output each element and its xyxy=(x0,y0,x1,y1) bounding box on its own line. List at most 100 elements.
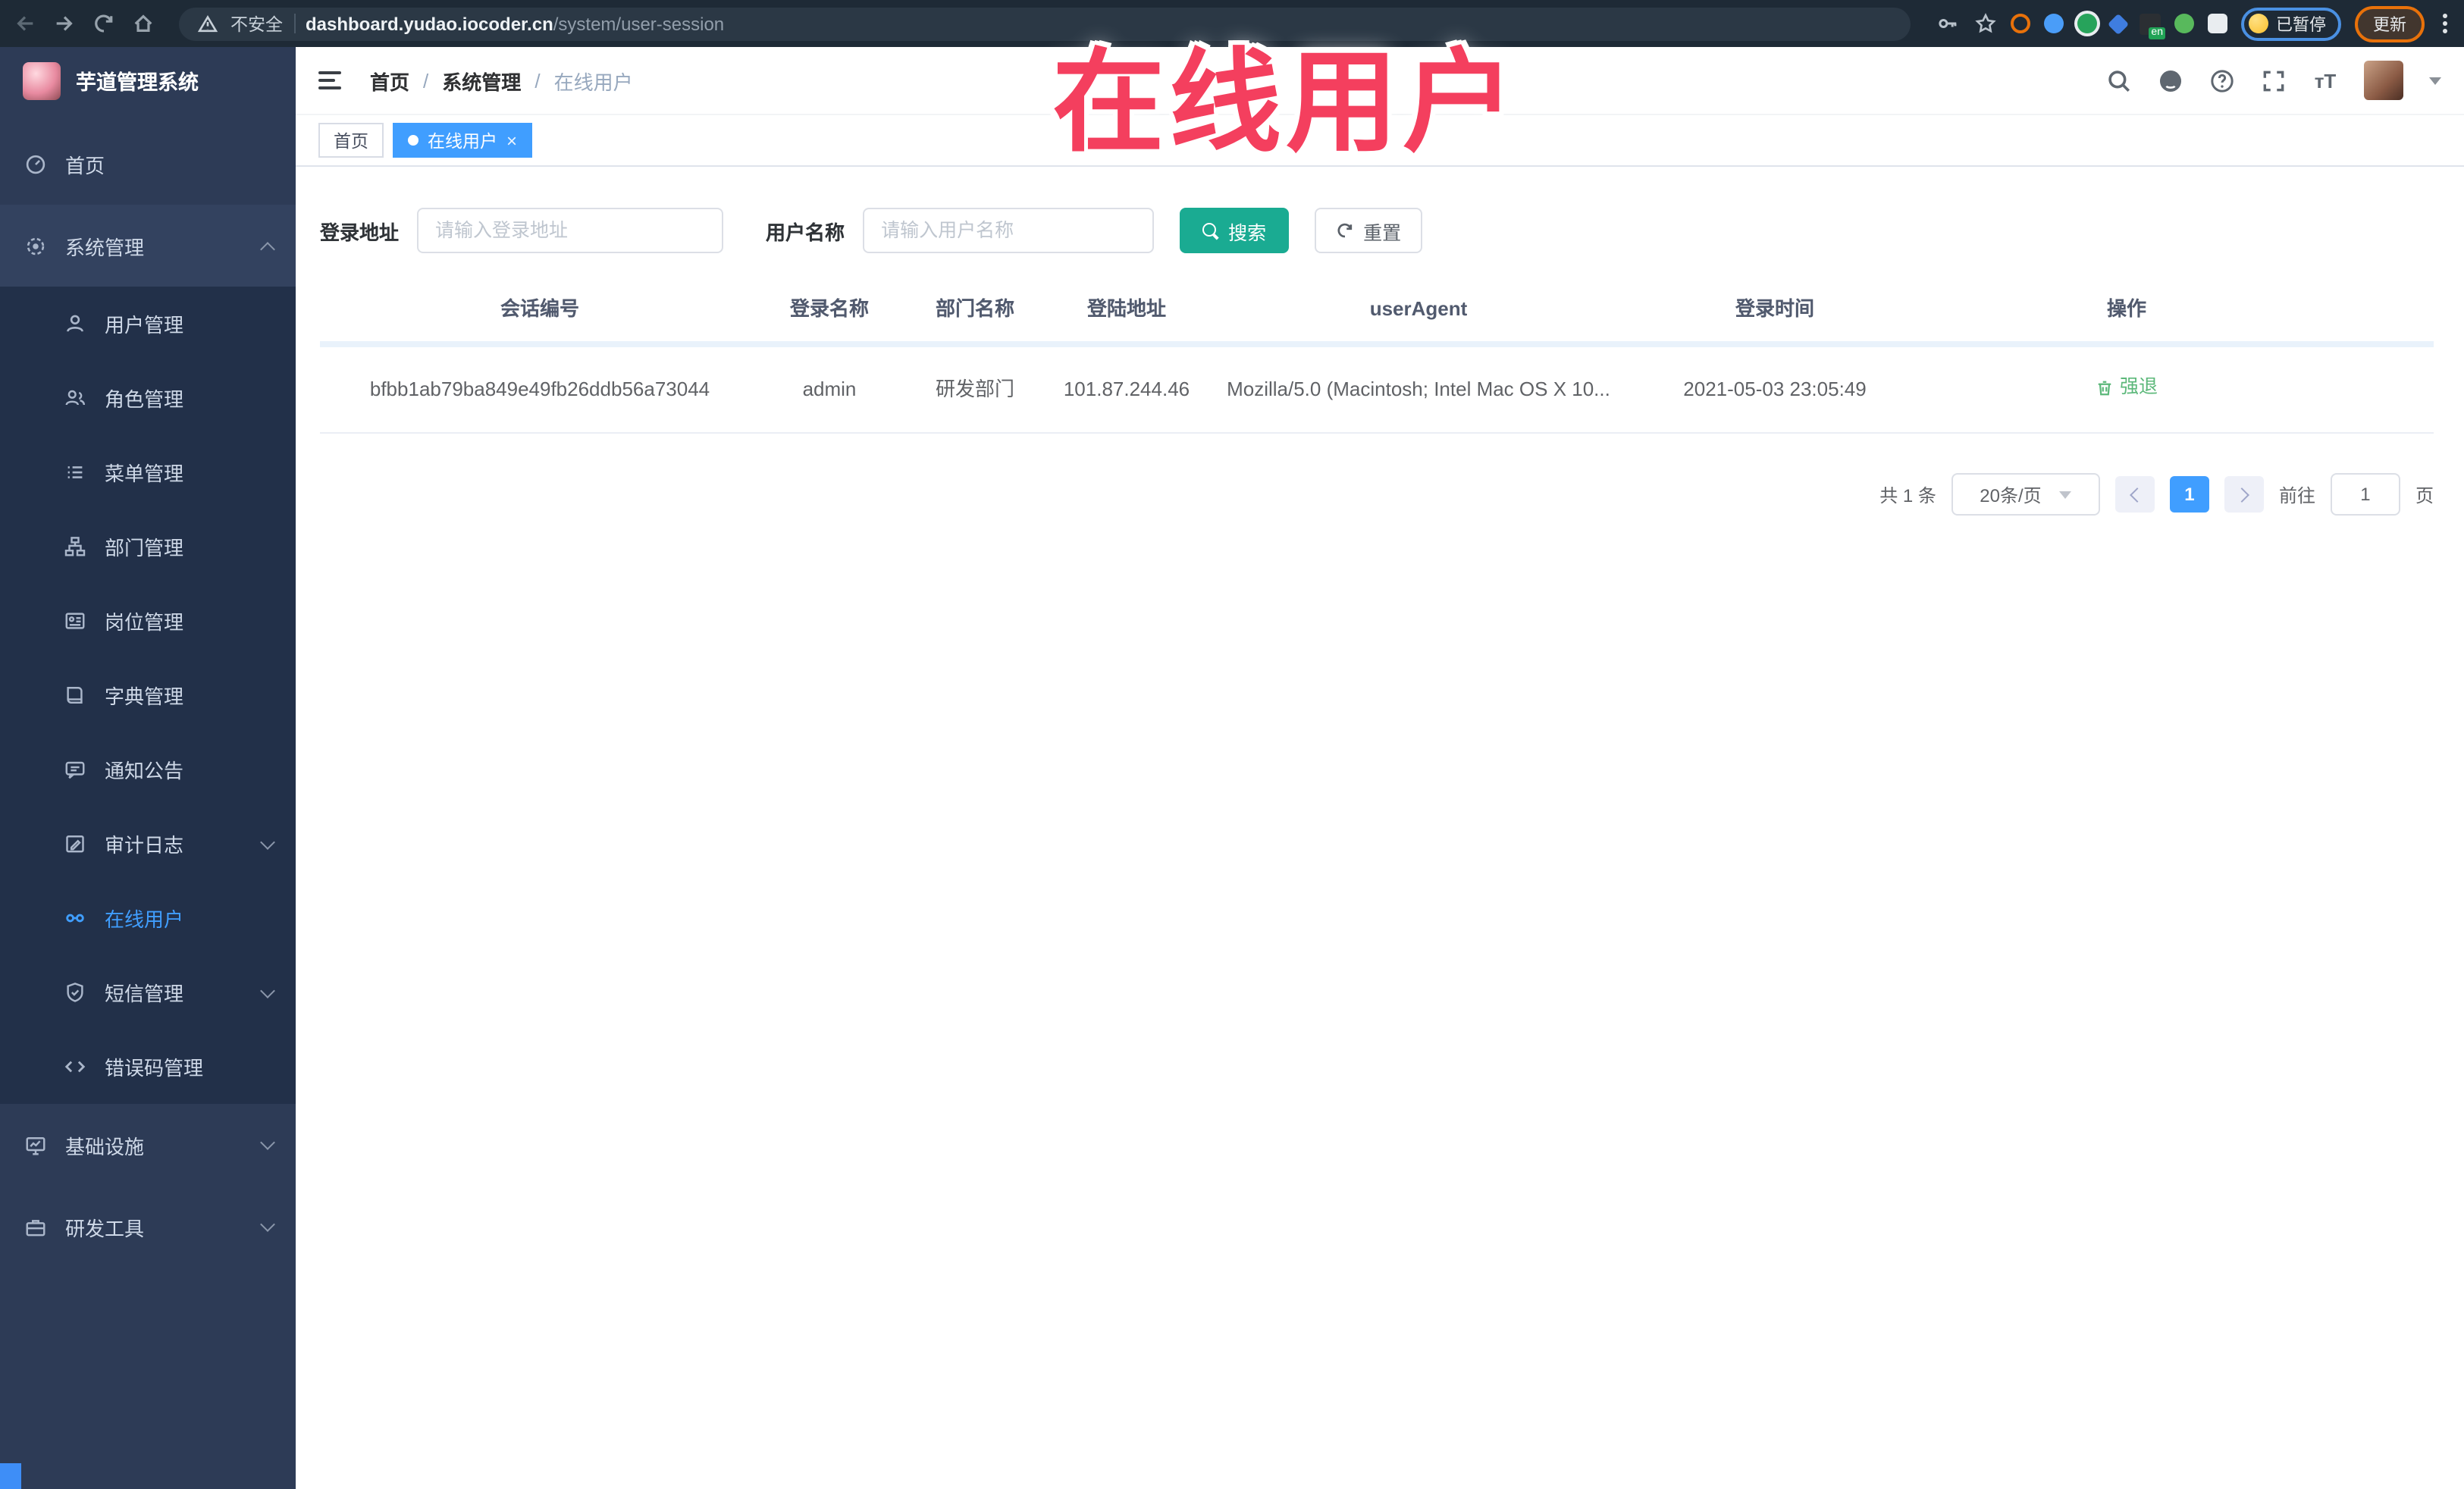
extension-icon[interactable] xyxy=(2174,14,2194,33)
app-title: 芋道管理系统 xyxy=(76,71,199,94)
emoji-extension-icon xyxy=(2249,14,2268,33)
page-size-select[interactable]: 20条/页 xyxy=(1951,473,2100,516)
login-address-input[interactable] xyxy=(417,208,724,253)
tag-online-users[interactable]: 在线用户 × xyxy=(393,123,533,158)
dept-cell: 研发部门 xyxy=(935,377,1014,400)
sidebar-item-menu-management[interactable]: 菜单管理 xyxy=(0,435,296,509)
breadcrumb-item-current: 在线用户 xyxy=(553,71,633,93)
extension-icon[interactable] xyxy=(2107,12,2130,35)
sidebar-item-label: 首页 xyxy=(65,154,105,177)
prev-page-button[interactable] xyxy=(2114,476,2155,513)
github-icon[interactable] xyxy=(2158,67,2183,93)
sidebar-item-label: 用户管理 xyxy=(105,314,184,337)
chevron-up-icon xyxy=(260,241,275,256)
sidebar-item-infrastructure[interactable]: 基础设施 xyxy=(0,1104,296,1186)
refresh-icon xyxy=(1337,223,1353,238)
code-icon xyxy=(62,1055,86,1078)
translate-extension-icon[interactable]: en xyxy=(2140,13,2165,39)
sidebar-item-label: 审计日志 xyxy=(105,834,184,857)
address-bar[interactable]: 不安全 dashboard.yudao.iocoder.cn/system/us… xyxy=(179,7,1911,40)
help-icon[interactable] xyxy=(2209,67,2235,93)
url-text[interactable]: dashboard.yudao.iocoder.cn/system/user-s… xyxy=(306,13,724,34)
sidebar-item-label: 通知公告 xyxy=(105,760,184,782)
bookmark-star-icon[interactable] xyxy=(1973,11,1997,36)
url-domain: dashboard.yudao.iocoder.cn xyxy=(306,13,553,34)
column-header: userAgent xyxy=(1369,296,1468,320)
dashboard-icon xyxy=(23,152,47,175)
user-avatar[interactable] xyxy=(2364,61,2403,100)
sidebar-item-error-code[interactable]: 错误码管理 xyxy=(0,1030,296,1104)
sidebar-item-notice[interactable]: 通知公告 xyxy=(0,732,296,807)
puzzle-extension-icon[interactable] xyxy=(2208,14,2227,33)
goto-page-input[interactable] xyxy=(2330,473,2400,516)
chevron-down-icon xyxy=(260,983,275,998)
username-input[interactable] xyxy=(863,208,1155,253)
chevron-left-icon xyxy=(2130,487,2145,502)
fullscreen-icon[interactable] xyxy=(2261,67,2287,93)
home-icon[interactable] xyxy=(130,11,155,36)
extension-icon[interactable] xyxy=(2044,14,2064,33)
extension-icon[interactable] xyxy=(2011,14,2030,33)
back-icon[interactable] xyxy=(12,11,36,36)
next-page-button[interactable] xyxy=(2224,476,2264,513)
page-unit-label: 页 xyxy=(2415,484,2434,506)
search-icon xyxy=(1202,222,1219,239)
login-address-label: 登录地址 xyxy=(320,221,400,243)
breadcrumb-separator: / xyxy=(423,69,429,92)
audit-log-icon xyxy=(62,832,86,855)
sidebar-item-label: 系统管理 xyxy=(65,236,145,259)
tag-home[interactable]: 首页 xyxy=(318,123,384,158)
sidebar-item-audit-log[interactable]: 审计日志 xyxy=(0,807,296,881)
sidebar-item-label: 在线用户 xyxy=(105,908,184,931)
breadcrumb: 首页 / 系统管理 / 在线用户 xyxy=(370,66,633,95)
tag-label: 首页 xyxy=(334,133,368,151)
sidebar-item-post-management[interactable]: 岗位管理 xyxy=(0,584,296,658)
action-cell: 强退 xyxy=(1915,373,2338,406)
sidebar-item-label: 角色管理 xyxy=(105,388,184,411)
sidebar-item-label: 基础设施 xyxy=(65,1135,145,1158)
reset-button[interactable]: 重置 xyxy=(1315,208,1423,253)
avatar-dropdown-icon[interactable] xyxy=(2429,77,2441,84)
sidebar-item-home[interactable]: 首页 xyxy=(0,123,296,205)
update-button[interactable]: 更新 xyxy=(2355,5,2425,42)
browser-window: 不安全 dashboard.yudao.iocoder.cn/system/us… xyxy=(0,0,2464,1489)
dictionary-icon xyxy=(62,684,86,707)
select-caret-icon xyxy=(2059,491,2072,498)
security-label[interactable]: 不安全 xyxy=(230,11,283,36)
url-path: /system/user-session xyxy=(553,13,725,34)
key-icon[interactable] xyxy=(1935,11,1959,36)
force-logout-button[interactable]: 强退 xyxy=(2096,373,2158,403)
filter-form: 登录地址 用户名称 搜索 重置 xyxy=(320,208,2434,253)
extension-icon[interactable] xyxy=(2077,14,2097,33)
gear-icon xyxy=(23,234,47,257)
menu-list-icon xyxy=(62,461,86,484)
sidebar-item-dept-management[interactable]: 部门管理 xyxy=(0,509,296,584)
reload-icon[interactable] xyxy=(91,11,115,36)
breadcrumb-item[interactable]: 首页 xyxy=(370,66,409,95)
sidebar-item-system-management[interactable]: 系统管理 xyxy=(0,205,296,287)
sidebar-item-role-management[interactable]: 角色管理 xyxy=(0,361,296,435)
column-header: 操作 xyxy=(2106,296,2146,320)
font-size-icon[interactable]: тT xyxy=(2312,67,2338,93)
search-icon[interactable] xyxy=(2106,67,2132,93)
current-page-button[interactable]: 1 xyxy=(2169,476,2209,513)
browser-menu-icon[interactable] xyxy=(2438,14,2452,33)
sidebar-item-dev-tools[interactable]: 研发工具 xyxy=(0,1186,296,1268)
id-card-icon xyxy=(62,610,86,632)
toolbox-icon xyxy=(23,1215,47,1238)
search-button[interactable]: 搜索 xyxy=(1180,208,1290,253)
sidebar-item-online-users[interactable]: 在线用户 xyxy=(0,881,296,955)
chevron-down-icon xyxy=(260,1217,275,1232)
sidebar-toggle-icon[interactable] xyxy=(318,71,341,89)
sidebar-item-dict-management[interactable]: 字典管理 xyxy=(0,658,296,732)
column-header: 会话编号 xyxy=(500,296,579,320)
sidebar-item-user-management[interactable]: 用户管理 xyxy=(0,287,296,361)
app-logo[interactable]: 芋道管理系统 xyxy=(0,47,296,114)
update-label: 更新 xyxy=(2373,16,2406,34)
forward-icon[interactable] xyxy=(52,11,76,36)
sidebar-item-label: 岗位管理 xyxy=(105,611,184,634)
sidebar-item-sms-management[interactable]: 短信管理 xyxy=(0,955,296,1030)
tag-close-icon[interactable]: × xyxy=(506,131,517,149)
paused-badge[interactable]: 已暂停 xyxy=(2241,7,2341,40)
breadcrumb-item[interactable]: 系统管理 xyxy=(442,66,521,95)
